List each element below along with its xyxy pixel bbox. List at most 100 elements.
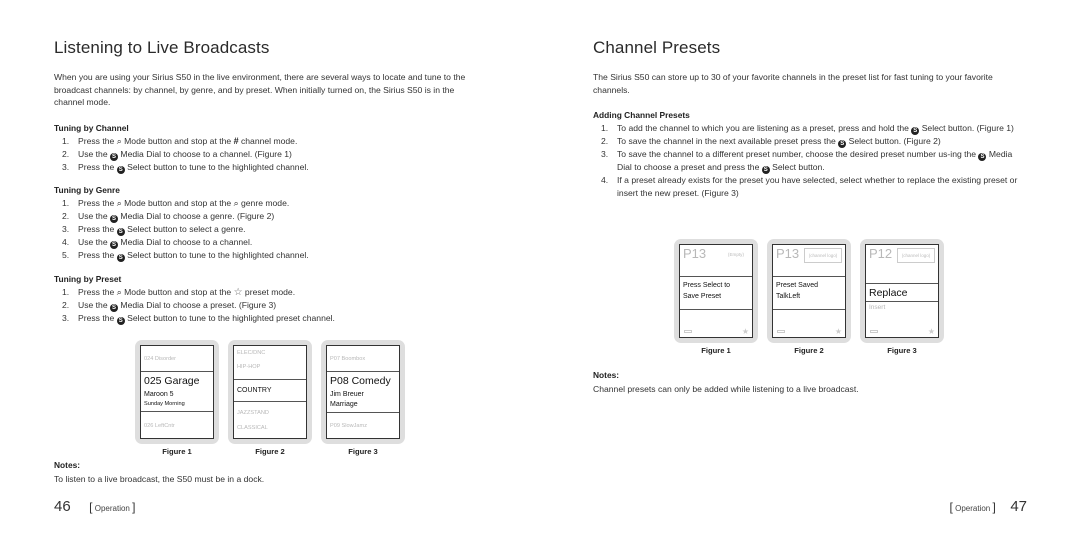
- search-icon: ⌕: [116, 287, 122, 297]
- bracket-open: [: [89, 500, 93, 514]
- star-icon: ★: [834, 327, 842, 336]
- channel-logo-placeholder: (channel logo): [804, 248, 842, 263]
- divider: [773, 276, 845, 277]
- page-title: Channel Presets: [593, 38, 721, 57]
- step-text: Select button to tune to the highlighted…: [127, 161, 309, 172]
- media-dial-icon: S: [110, 303, 119, 312]
- step: 2. Use the S Media Dial to choose to a ch…: [54, 148, 486, 161]
- step-number: 3.: [62, 161, 70, 172]
- step-text: Media Dial to choose a genre. (Figure 2): [120, 210, 275, 221]
- step-text: channel mode.: [240, 136, 298, 146]
- step-number: 2.: [62, 210, 70, 221]
- divider: [680, 276, 752, 277]
- step: 1. To add the channel to which you are li…: [593, 122, 1025, 135]
- figure-2-genre: ELEC/DNC HIP-HOP COUNTRY JAZZSTAND CLASS…: [228, 340, 312, 456]
- divider: [866, 301, 938, 302]
- step-text: Mode button and stop at the: [124, 136, 232, 146]
- step-number: 2.: [62, 148, 70, 159]
- step-text: Press the: [78, 312, 115, 323]
- selected-genre: COUNTRY: [237, 387, 272, 394]
- star-icon: ★: [741, 327, 749, 336]
- step-text: Press the: [78, 287, 115, 297]
- step-text: Mode button and stop at the: [124, 287, 232, 297]
- section-heading-preset: Tuning by Preset: [54, 274, 122, 284]
- step: 3. Press the S Select button to select a …: [54, 223, 486, 236]
- step: 4. If a preset already exists for the pre…: [593, 174, 1025, 199]
- step-text: Select button to select a genre.: [127, 223, 246, 234]
- artist: Maroon 5: [144, 391, 174, 398]
- insert-option: Insert: [869, 304, 886, 311]
- step-text: Press the: [78, 223, 115, 234]
- step-text: Press the: [78, 198, 115, 208]
- step-number: 3.: [62, 312, 70, 323]
- step: 1. Press the ⌕ Mode button and stop at th…: [54, 135, 486, 148]
- step: 3. Press the S Select button to tune to t…: [54, 312, 486, 325]
- step-text: preset mode.: [244, 287, 296, 297]
- step-number: 2.: [62, 299, 70, 310]
- figure-3-preset: P07 Boombox P08 Comedy Jim Breuer Marria…: [321, 340, 405, 456]
- replace-option: Replace: [869, 287, 908, 299]
- divider: [327, 412, 399, 413]
- step-number: 3.: [62, 223, 70, 234]
- star-outline-icon: ☆: [233, 287, 243, 298]
- figure-1-channel: 024 Disorder 025 Garage Maroon 5 Sunday …: [135, 340, 219, 456]
- figure-caption: Figure 2: [255, 447, 285, 456]
- select-button-icon: S: [838, 140, 847, 148]
- notes-heading: Notes:: [593, 370, 620, 380]
- figure-3-replace-insert: P12 (channel logo) Replace Insert ★ Figu…: [860, 239, 944, 355]
- step: 3. To save the channel to a different pre…: [593, 148, 1025, 174]
- figure-caption: Figure 2: [794, 346, 824, 355]
- media-dial-icon: S: [110, 214, 119, 223]
- step-number: 1.: [62, 136, 70, 146]
- section-heading-adding: Adding Channel Presets: [593, 110, 690, 120]
- step: 1. Press the ⌕ Mode button and stop at th…: [54, 286, 486, 299]
- page-number: 46: [54, 498, 71, 515]
- select-button-icon: S: [911, 127, 920, 135]
- step: 2. Use the S Media Dial to choose a prese…: [54, 299, 486, 312]
- device-screen: ELEC/DNC HIP-HOP COUNTRY JAZZSTAND CLASS…: [233, 345, 307, 439]
- figure-caption: Figure 3: [887, 346, 917, 355]
- step: 4. Use the S Media Dial to choose to a ch…: [54, 236, 486, 249]
- select-button-icon: S: [116, 165, 125, 174]
- step-number: 4.: [62, 236, 70, 247]
- select-button-icon: S: [761, 166, 770, 174]
- device-screen: P13 (channel logo) Preset Saved TalkLeft…: [772, 244, 846, 338]
- right-page: Channel Presets The Sirius S50 can store…: [593, 0, 1033, 540]
- figure-caption: Figure 3: [348, 447, 378, 456]
- section-label: Operation: [955, 504, 991, 513]
- step-text: Press the: [78, 136, 115, 146]
- status-line-2: TalkLeft: [776, 293, 801, 300]
- notes-heading: Notes:: [54, 460, 81, 470]
- page-number: 47: [1010, 498, 1027, 515]
- step-text: Press the: [78, 249, 115, 260]
- device-screen: 024 Disorder 025 Garage Maroon 5 Sunday …: [140, 345, 214, 439]
- step-text: Mode button and stop at the: [124, 198, 232, 208]
- star-icon: ★: [927, 327, 935, 336]
- device-screen-frame: 024 Disorder 025 Garage Maroon 5 Sunday …: [135, 340, 219, 444]
- status-line-1: Preset Saved: [776, 282, 819, 289]
- figure-2-preset-saved: P13 (channel logo) Preset Saved TalkLeft…: [767, 239, 851, 355]
- bracket-close: ]: [992, 500, 996, 514]
- step-number: 1.: [62, 287, 70, 297]
- step: 1. Press the ⌕ Mode button and stop at th…: [54, 197, 486, 210]
- select-button-icon: S: [116, 316, 125, 325]
- search-icon: ⌕: [116, 136, 122, 146]
- prev-preset: P07 Boombox: [330, 356, 366, 362]
- step-number: 1.: [601, 123, 609, 133]
- divider: [234, 401, 306, 402]
- left-page: Listening to Live Broadcasts When you ar…: [54, 0, 494, 540]
- divider: [327, 371, 399, 372]
- divider: [680, 309, 752, 310]
- page-footer: 46 [ Operation ]: [54, 498, 135, 515]
- step-number: 1.: [62, 198, 70, 208]
- prev-channel: 024 Disorder: [144, 356, 177, 362]
- notes-text: To listen to a live broadcast, the S50 m…: [54, 474, 265, 484]
- genre-item: HIP-HOP: [237, 364, 261, 370]
- step-text: Select button to tune to the highlighted…: [127, 312, 335, 323]
- device-screen-frame: P12 (channel logo) Replace Insert ★: [860, 239, 944, 343]
- genre-steps: 1. Press the ⌕ Mode button and stop at th…: [54, 197, 486, 262]
- device-screen: P07 Boombox P08 Comedy Jim Breuer Marria…: [326, 345, 400, 439]
- device-screen-frame: P07 Boombox P08 Comedy Jim Breuer Marria…: [321, 340, 405, 444]
- select-button-icon: S: [116, 253, 125, 262]
- search-icon: ⌕: [233, 198, 239, 208]
